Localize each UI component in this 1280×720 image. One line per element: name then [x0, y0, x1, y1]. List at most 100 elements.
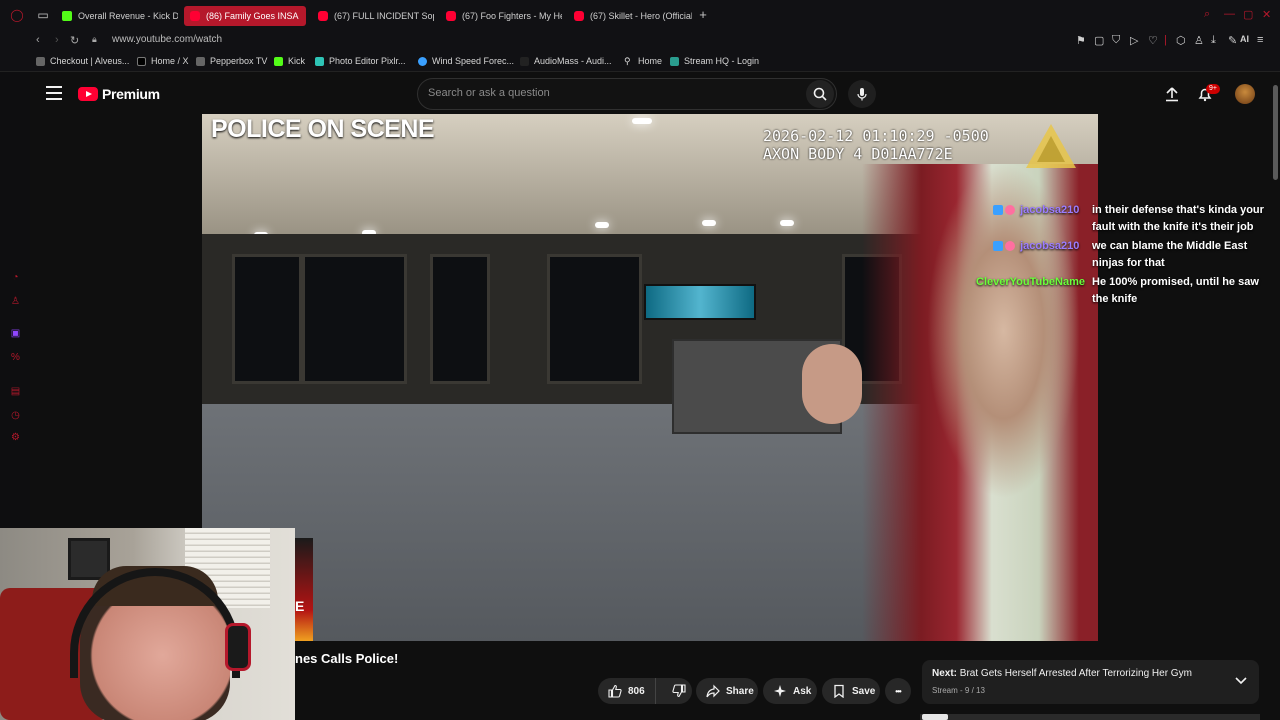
sidebar-twitch-icon[interactable]: ▣: [10, 328, 21, 339]
chat-username: jacobsa210: [1020, 204, 1080, 216]
search-button[interactable]: [806, 80, 834, 108]
close-icon[interactable]: ✕: [1262, 8, 1271, 21]
playlist-strip: [920, 714, 1260, 720]
playlist-strip-item[interactable]: [922, 714, 948, 720]
emote-badge-icon: [1005, 205, 1015, 216]
avatar[interactable]: [1235, 84, 1255, 104]
next-video-title: Next: Brat Gets Herself Arrested After T…: [932, 668, 1192, 679]
shield-icon[interactable]: ⛉: [1112, 34, 1120, 47]
sidebar-history-icon[interactable]: ◷: [10, 410, 21, 421]
location-pin-icon: ⚲: [624, 55, 631, 66]
bookmark-kick[interactable]: Kick: [274, 56, 305, 66]
minimize-icon[interactable]: —: [1224, 8, 1235, 20]
dislike-button[interactable]: [662, 678, 696, 704]
bookmark-home-x[interactable]: Home / X: [137, 56, 189, 66]
bookmark-icon[interactable]: ⚑: [1076, 34, 1086, 47]
sidebar-aria-icon[interactable]: ◔: [10, 272, 21, 283]
thumbs-down-icon: [672, 684, 686, 698]
youtube-icon: [190, 11, 200, 21]
sidebar-wallet-icon[interactable]: ♙: [10, 296, 21, 307]
chat-username: jacobsa210: [1020, 240, 1080, 252]
bookmark-label: Photo Editor Pixlr...: [329, 56, 406, 66]
video-thumbnail[interactable]: [295, 538, 313, 641]
opera-logo-icon[interactable]: ◯: [10, 8, 24, 22]
lock-icon[interactable]: 🔒︎: [92, 34, 97, 45]
bookmark-label: Pepperbox TV: [210, 56, 268, 66]
play-icon[interactable]: ▷: [1130, 34, 1138, 47]
tab-foo-fighters[interactable]: (67) Foo Fighters - My He: [440, 6, 562, 26]
microphone-icon: [857, 88, 867, 101]
notification-count-badge: 9+: [1206, 84, 1220, 94]
bookmark-checkout-alveus[interactable]: Checkout | Alveus...: [36, 56, 129, 66]
ai-button[interactable]: AI: [1240, 34, 1249, 44]
heart-icon[interactable]: ♡: [1148, 34, 1158, 47]
chevron-down-icon[interactable]: [1234, 676, 1248, 686]
tab-family-goes-insane[interactable]: (86) Family Goes INSA: [184, 6, 306, 26]
bookmark-wind-speed[interactable]: Wind Speed Forec...: [418, 56, 514, 66]
profile-icon[interactable]: ♙: [1194, 34, 1204, 47]
bookmarks-bar: Checkout | Alveus... Home / X Pepperbox …: [0, 52, 1280, 72]
tab-label: (67) FULL INCIDENT Soph: [334, 11, 434, 21]
like-button[interactable]: 806: [598, 678, 656, 704]
bookmark-pepperbox-tv[interactable]: Pepperbox TV: [196, 56, 267, 66]
sidebar-percent-icon[interactable]: %: [10, 352, 21, 363]
next-video-subtitle: Stream - 9 / 13: [932, 686, 985, 695]
bookmark-photo-editor[interactable]: Photo Editor Pixlr...: [315, 56, 406, 66]
chat-message: jacobsa210: [993, 238, 1079, 255]
logo-text: Premium: [102, 86, 160, 102]
chat-message-text: the knife: [1092, 293, 1138, 305]
back-icon[interactable]: ‹: [36, 34, 40, 46]
chat-message: CleverYouTubeName: [976, 274, 1085, 291]
ask-button[interactable]: Ask: [763, 678, 817, 704]
tab-full-incident[interactable]: (67) FULL INCIDENT Soph: [312, 6, 434, 26]
tab-kick-revenue[interactable]: Overall Revenue - Kick Das: [56, 6, 178, 26]
video-player[interactable]: [202, 114, 1098, 641]
url-field[interactable]: www.youtube.com/watch: [112, 34, 222, 45]
upload-icon[interactable]: [1164, 86, 1180, 102]
video-scene-window: [547, 254, 642, 384]
edit-icon[interactable]: ✎: [1228, 34, 1237, 47]
chat-message-text: we can blame the Middle East: [1092, 240, 1248, 252]
bookmark-stream-hq[interactable]: Stream HQ - Login: [670, 56, 759, 66]
reload-icon[interactable]: ↻: [70, 34, 79, 47]
scrollbar-thumb[interactable]: [1273, 85, 1278, 180]
save-button[interactable]: Save: [822, 678, 880, 704]
menu-icon[interactable]: ≡: [1257, 34, 1263, 46]
more-actions-button[interactable]: •••: [885, 678, 911, 704]
emote-badge-icon: [1005, 241, 1015, 252]
subscriber-badge-icon: [993, 205, 1003, 216]
tab-label: (67) Skillet - Hero (Official: [590, 11, 692, 21]
bookmark-favicon-icon: [36, 56, 45, 66]
share-button[interactable]: Share: [696, 678, 758, 704]
thumbs-up-icon: [608, 684, 622, 698]
tab-skillet-hero[interactable]: (67) Skillet - Hero (Official: [568, 6, 692, 26]
next-video-card[interactable]: [922, 660, 1259, 704]
new-tab-button[interactable]: +: [696, 8, 710, 22]
extensions-icon[interactable]: ⬡: [1176, 34, 1186, 47]
voice-search-button[interactable]: [848, 80, 876, 108]
next-title-text: Brat Gets Herself Arrested After Terrori…: [959, 668, 1192, 679]
hamburger-menu-icon[interactable]: [46, 86, 62, 100]
maximize-icon[interactable]: ▢: [1243, 8, 1253, 21]
sidebar-settings-icon[interactable]: ⚙: [10, 432, 21, 443]
chat-message-text: in their defense that's kinda your: [1092, 204, 1264, 216]
bookmark-home[interactable]: ⚲ Home: [624, 56, 662, 66]
bookmark-favicon-icon: [196, 56, 205, 66]
download-icon[interactable]: ⤓: [1211, 34, 1216, 47]
tab-label: (86) Family Goes INSA: [206, 11, 299, 21]
kick-icon: [62, 11, 72, 21]
video-scene-tv-screen: [644, 284, 756, 320]
tab-label: Overall Revenue - Kick Das: [78, 11, 178, 21]
bodycam-timestamp: 2026-02-12 01:10:29 -0500 AXON BODY 4 D0…: [763, 127, 989, 163]
snapshot-icon[interactable]: ▢: [1094, 34, 1104, 47]
tab-overview-icon[interactable]: ▭: [36, 8, 50, 22]
video-scene-light: [595, 222, 609, 228]
forward-icon[interactable]: ›: [55, 34, 59, 46]
sidebar-notes-icon[interactable]: ▤: [10, 386, 21, 397]
chat-message: jacobsa210: [993, 202, 1079, 219]
bookmark-label: Stream HQ - Login: [684, 56, 760, 66]
bookmark-audiomass[interactable]: AudioMass - Audi...: [520, 56, 612, 66]
youtube-logo[interactable]: Premium: [78, 86, 160, 102]
bookmark-label: Home: [638, 56, 663, 66]
search-tabs-icon[interactable]: ⌕: [1204, 8, 1210, 21]
